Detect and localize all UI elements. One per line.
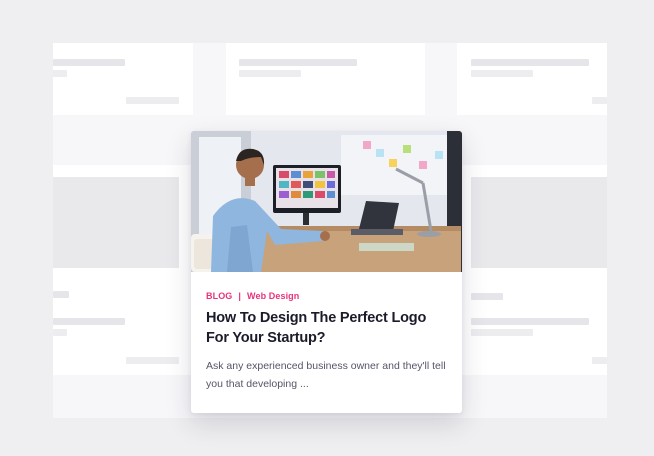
- placeholder-image: [471, 177, 607, 268]
- post-categories: BLOG | Web Design: [206, 291, 299, 301]
- placeholder-line: [471, 293, 503, 300]
- placeholder-line: [471, 59, 589, 66]
- placeholder-line: [239, 70, 301, 77]
- category-blog-link[interactable]: BLOG: [206, 291, 232, 301]
- placeholder-card-top-center: [226, 43, 425, 115]
- post-excerpt: Ask any experienced business owner and t…: [206, 360, 446, 390]
- placeholder-image: [53, 177, 179, 268]
- placeholder-line: [592, 357, 607, 364]
- placeholder-card-bottom-right: [457, 165, 607, 375]
- blog-card-image[interactable]: [191, 131, 462, 272]
- placeholder-line: [471, 318, 589, 325]
- placeholder-line: [53, 329, 67, 336]
- placeholder-card-top-right: [457, 43, 607, 115]
- placeholder-line: [471, 70, 533, 77]
- placeholder-line: [53, 291, 69, 298]
- category-separator: |: [238, 291, 242, 301]
- category-web-design-link[interactable]: Web Design: [247, 291, 299, 301]
- placeholder-line: [53, 70, 67, 77]
- placeholder-card-bottom-left: [53, 165, 193, 375]
- placeholder-line: [126, 357, 179, 364]
- post-title[interactable]: How To Design The Perfect Logo For Your …: [206, 308, 451, 348]
- blog-card[interactable]: BLOG | Web Design How To Design The Perfec…: [191, 131, 462, 413]
- placeholder-line: [126, 97, 179, 104]
- placeholder-card-top-left: [53, 43, 193, 115]
- placeholder-line: [592, 97, 607, 104]
- placeholder-line: [471, 329, 533, 336]
- placeholder-line: [53, 59, 125, 66]
- placeholder-line: [53, 318, 125, 325]
- placeholder-line: [239, 59, 357, 66]
